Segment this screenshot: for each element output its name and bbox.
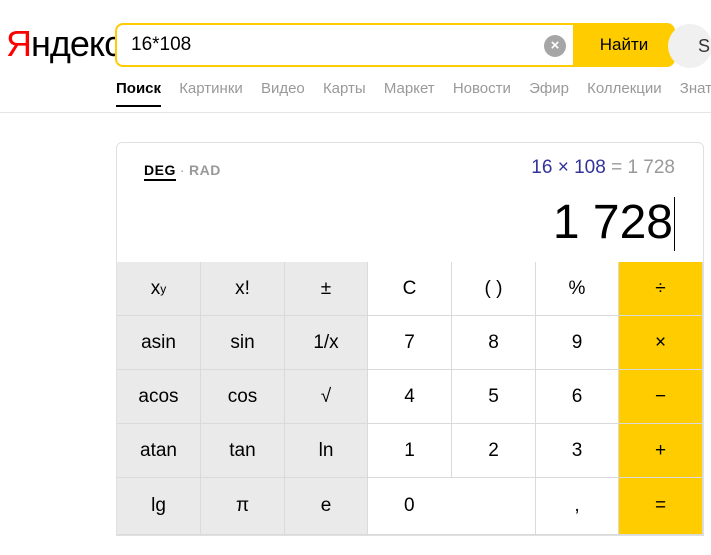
tab-market[interactable]: Маркет — [384, 80, 435, 107]
calculator-widget: DEG · RAD 16 × 108 = 1 728 1 728 xy x! ± C… — [116, 142, 704, 536]
digit-2-button[interactable]: 2 — [452, 424, 536, 478]
plus-button[interactable]: + — [619, 424, 703, 478]
clear-button[interactable]: C — [368, 262, 452, 316]
power-base: x — [150, 277, 161, 299]
digit-7-button[interactable]: 7 — [368, 316, 452, 370]
keypad: xy x! ± C ( ) % ÷ asin sin 1/x 7 8 9 × a… — [117, 262, 703, 535]
search-tabs: Поиск Картинки Видео Карты Маркет Новост… — [116, 80, 711, 107]
plus-minus-button[interactable]: ± — [285, 262, 368, 316]
angle-mode-switch: DEG · RAD — [144, 162, 221, 181]
asin-button[interactable]: asin — [117, 316, 201, 370]
expression-result: = 1 728 — [611, 157, 675, 178]
mode-separator: · — [179, 162, 186, 178]
mode-deg[interactable]: DEG — [144, 162, 176, 181]
tan-button[interactable]: tan — [201, 424, 285, 478]
yandex-logo[interactable]: Яндекс — [6, 22, 122, 66]
sin-button[interactable]: sin — [201, 316, 285, 370]
header: Яндекс × Найти S Поиск Картинки Видео Ка… — [0, 0, 711, 113]
tab-znatoki[interactable]: Знат — [680, 80, 711, 107]
minus-button[interactable]: − — [619, 370, 703, 424]
tab-video[interactable]: Видео — [261, 80, 305, 107]
lg-button[interactable]: lg — [117, 478, 201, 535]
parentheses-button[interactable]: ( ) — [452, 262, 536, 316]
digit-6-button[interactable]: 6 — [536, 370, 619, 424]
factorial-button[interactable]: x! — [201, 262, 285, 316]
tab-search[interactable]: Поиск — [116, 80, 162, 107]
ln-button[interactable]: ln — [285, 424, 368, 478]
expression-history: 16 × 108 = 1 728 — [531, 157, 675, 179]
clear-icon[interactable]: × — [544, 35, 566, 57]
acos-button[interactable]: acos — [117, 370, 201, 424]
search-box: × — [115, 23, 573, 67]
calculator-display: DEG · RAD 16 × 108 = 1 728 1 728 — [117, 143, 703, 263]
tab-news[interactable]: Новости — [453, 80, 511, 107]
sqrt-button[interactable]: √ — [285, 370, 368, 424]
e-button[interactable]: e — [285, 478, 368, 535]
digit-9-button[interactable]: 9 — [536, 316, 619, 370]
equals-button[interactable]: = — [619, 478, 703, 535]
percent-button[interactable]: % — [536, 262, 619, 316]
divide-button[interactable]: ÷ — [619, 262, 703, 316]
logo-rest: ндекс — [31, 23, 122, 64]
digit-0-button[interactable]: 0 — [368, 478, 536, 535]
tab-collections[interactable]: Коллекции — [587, 80, 662, 107]
avatar[interactable]: S — [668, 24, 711, 68]
result-value: 1 728 — [552, 196, 673, 249]
logo-first-letter: Я — [6, 23, 32, 64]
mode-rad[interactable]: RAD — [189, 162, 221, 178]
multiply-button[interactable]: × — [619, 316, 703, 370]
cos-button[interactable]: cos — [201, 370, 285, 424]
digit-1-button[interactable]: 1 — [368, 424, 452, 478]
atan-button[interactable]: atan — [117, 424, 201, 478]
power-button[interactable]: xy — [117, 262, 201, 316]
expression-text: 16 × 108 — [531, 157, 606, 178]
text-cursor — [674, 197, 675, 251]
tab-maps[interactable]: Карты — [323, 80, 366, 107]
digit-5-button[interactable]: 5 — [452, 370, 536, 424]
tab-images[interactable]: Картинки — [179, 80, 243, 107]
search-bar: × Найти — [115, 23, 675, 67]
pi-button[interactable]: π — [201, 478, 285, 535]
digit-4-button[interactable]: 4 — [368, 370, 452, 424]
search-button[interactable]: Найти — [573, 23, 675, 67]
digit-3-button[interactable]: 3 — [536, 424, 619, 478]
comma-button[interactable]: , — [536, 478, 619, 535]
reciprocal-button[interactable]: 1/x — [285, 316, 368, 370]
search-input[interactable] — [131, 33, 531, 57]
tab-efir[interactable]: Эфир — [529, 80, 569, 107]
digit-8-button[interactable]: 8 — [452, 316, 536, 370]
